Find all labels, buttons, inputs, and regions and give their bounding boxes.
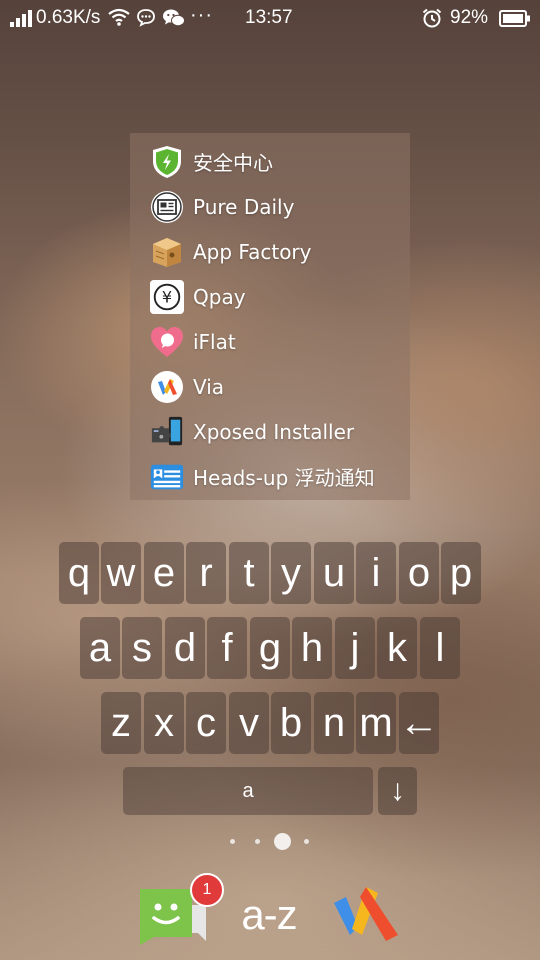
app-item-xposed-installer[interactable]: Xposed Installer: [130, 409, 410, 454]
key-v[interactable]: v: [229, 692, 269, 754]
key-q[interactable]: q: [59, 542, 99, 604]
app-item-heads-up[interactable]: Heads-up 浮动通知: [130, 454, 410, 499]
key-c[interactable]: c: [186, 692, 226, 754]
key-y[interactable]: y: [271, 542, 311, 604]
app-label: iFlat: [193, 329, 236, 354]
app-item-qpay[interactable]: ¥ Qpay: [130, 274, 410, 319]
notification-badge: 1: [190, 873, 224, 907]
key-s[interactable]: s: [122, 617, 162, 679]
key-d[interactable]: d: [165, 617, 205, 679]
status-time: 13:57: [245, 7, 293, 28]
wifi-icon: [108, 8, 130, 26]
key-w[interactable]: w: [101, 542, 141, 604]
key-a[interactable]: a: [80, 617, 120, 679]
page-dot[interactable]: [304, 839, 309, 844]
key-x[interactable]: x: [144, 692, 184, 754]
app-label: Xposed Installer: [193, 419, 355, 444]
more-icon: ···: [190, 4, 213, 26]
key-g[interactable]: g: [250, 617, 290, 679]
status-bar: 0.63K/s ··· 13:57 92%: [0, 0, 540, 36]
app-label: Pure Daily: [193, 194, 295, 219]
search-input[interactable]: a: [123, 767, 373, 815]
hide-keyboard-key[interactable]: ↓: [378, 767, 417, 815]
heart-chat-icon: [150, 325, 184, 359]
yen-icon: ¥: [150, 279, 184, 314]
key-u[interactable]: u: [314, 542, 354, 604]
signal-icon: [10, 9, 32, 27]
app-label: Heads-up 浮动通知: [193, 466, 375, 490]
id-card-icon: [150, 460, 184, 494]
newspaper-icon: [150, 190, 184, 224]
app-label: 安全中心: [193, 151, 273, 175]
key-e[interactable]: e: [144, 542, 184, 604]
app-label: App Factory: [193, 239, 312, 264]
app-label: Via: [193, 374, 225, 399]
app-item-iflat[interactable]: iFlat: [130, 319, 410, 364]
app-item-pure-daily[interactable]: Pure Daily: [130, 184, 410, 229]
page-dot-active[interactable]: [274, 833, 291, 850]
az-icon[interactable]: a-z: [236, 885, 302, 945]
key-j[interactable]: j: [335, 617, 375, 679]
key-n[interactable]: n: [314, 692, 354, 754]
app-item-via[interactable]: Via: [130, 364, 410, 409]
key-h[interactable]: h: [292, 617, 332, 679]
box-icon: [150, 235, 184, 269]
app-list-popup: 安全中心 Pure Daily App Factory ¥ Qpay iFlat…: [130, 133, 410, 500]
key-o[interactable]: o: [399, 542, 439, 604]
key-z[interactable]: z: [101, 692, 141, 754]
backspace-key[interactable]: ←: [399, 692, 439, 754]
page-dot[interactable]: [230, 839, 235, 844]
key-k[interactable]: k: [377, 617, 417, 679]
app-item-app-factory[interactable]: App Factory: [130, 229, 410, 274]
shield-icon: [150, 145, 184, 179]
key-f[interactable]: f: [207, 617, 247, 679]
key-i[interactable]: i: [356, 542, 396, 604]
key-t[interactable]: t: [229, 542, 269, 604]
battery-icon: [499, 10, 531, 27]
launcher-icon[interactable]: [334, 883, 400, 947]
battery-percent: 92%: [450, 7, 489, 28]
key-l[interactable]: l: [420, 617, 460, 679]
via-icon: [150, 370, 184, 404]
app-item-security-center[interactable]: 安全中心: [130, 139, 410, 184]
page-dot[interactable]: [255, 839, 260, 844]
app-label: Qpay: [193, 284, 246, 309]
alarm-icon: [421, 7, 443, 29]
key-b[interactable]: b: [271, 692, 311, 754]
key-r[interactable]: r: [186, 542, 226, 604]
key-m[interactable]: m: [356, 692, 396, 754]
page-indicator: [0, 831, 540, 851]
chat-bubble-icon: [136, 8, 156, 27]
puzzle-icon: [150, 415, 184, 449]
svg-text:¥: ¥: [162, 287, 172, 306]
key-p[interactable]: p: [441, 542, 481, 604]
wechat-icon: [162, 8, 186, 28]
net-speed: 0.63K/s: [36, 7, 101, 28]
